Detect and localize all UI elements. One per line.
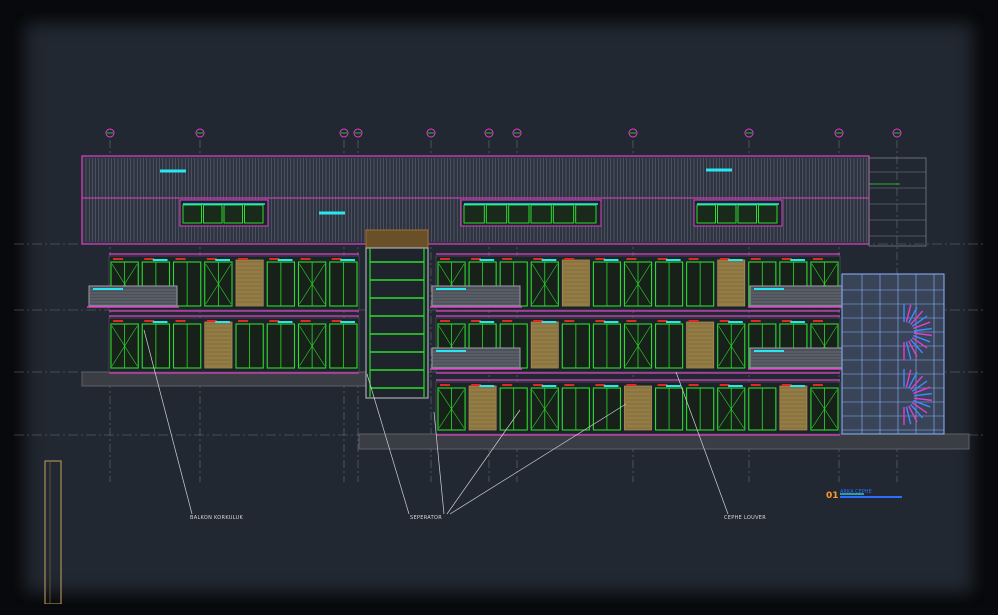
roof-window-pane (244, 204, 264, 224)
screen-frame: BALKON KORKULUK SEPERATOR CEPHE LOUVER 0… (0, 0, 998, 615)
louver-panel (468, 385, 497, 431)
roof-window-pane (758, 204, 778, 224)
roof-window-pane (203, 204, 223, 224)
roof-window-pane (552, 204, 575, 224)
elevation-drawing (14, 128, 984, 604)
roof-window-pane (737, 204, 757, 224)
roof-window-pane (508, 204, 530, 224)
roof-window-pane (696, 204, 716, 224)
annotation-separator: SEPERATOR (410, 515, 442, 521)
louver-panel (779, 385, 808, 431)
view-title: ARKA CEPHE (840, 489, 872, 495)
view-number: 01 (826, 491, 839, 501)
cad-viewport[interactable]: BALKON KORKULUK SEPERATOR CEPHE LOUVER 0… (14, 12, 984, 604)
annotation-balcony: BALKON KORKULUK (190, 515, 244, 521)
roof-side-frame (868, 157, 927, 247)
louver-panel (624, 385, 652, 431)
roof-window-pane (575, 204, 597, 224)
left-strip (44, 460, 62, 604)
louver-panel (530, 321, 559, 369)
roof-window-pane (223, 204, 243, 224)
roof-window-pane (485, 204, 508, 224)
louver-panel (204, 321, 233, 369)
louver-panel (686, 321, 715, 369)
louver-panel (717, 259, 746, 307)
roof-window-pane (182, 204, 202, 224)
ground-slab-right (358, 433, 970, 450)
external-stair-frame (841, 273, 945, 435)
roof-window-pane (717, 204, 737, 224)
stair-core-top (365, 229, 429, 249)
ground-slab-left (81, 371, 378, 387)
louver-panel (235, 259, 264, 307)
roof-window-pane (463, 204, 485, 224)
annotation-louver: CEPHE LOUVER (724, 515, 767, 521)
stair-core (365, 247, 429, 399)
louver-panel (561, 259, 590, 307)
roof-window-pane (530, 204, 552, 224)
